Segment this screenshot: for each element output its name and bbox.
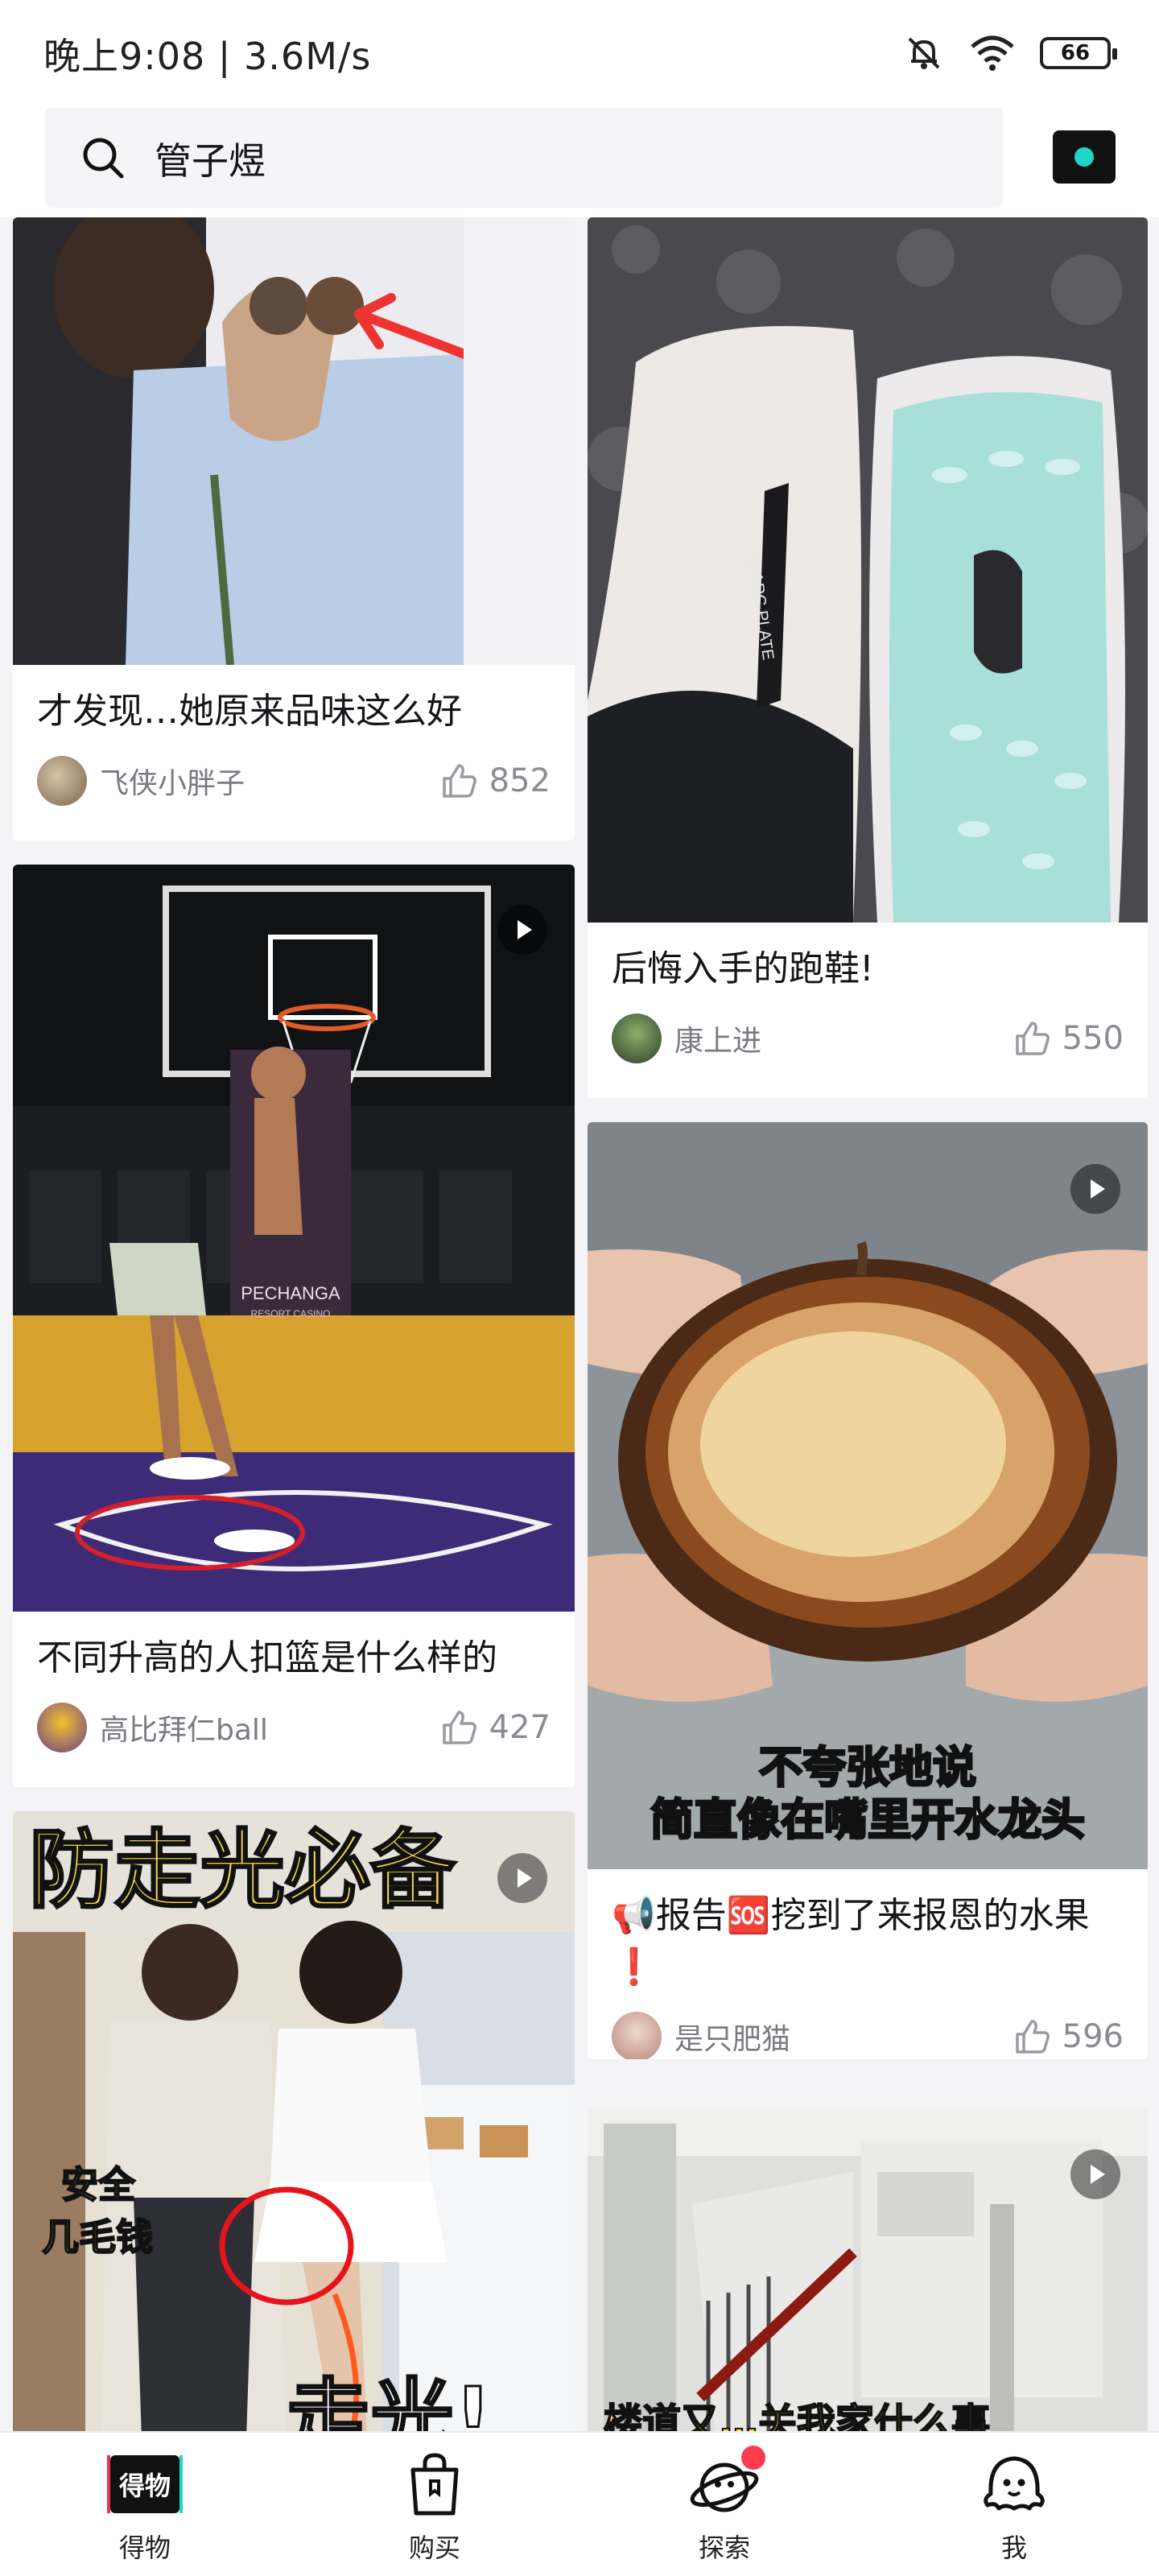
like-count: 852	[489, 762, 551, 799]
thumbs-up-icon	[442, 764, 476, 798]
card-title: 📢报告🆘挖到了来报恩的水果❗	[612, 1895, 1090, 1988]
avatar	[37, 1703, 87, 1752]
avatar	[612, 2012, 662, 2059]
card-meta: 康上进 550	[588, 995, 1148, 1082]
like-count: 550	[1062, 1020, 1124, 1057]
battery-icon: 66	[1040, 37, 1117, 69]
overlay-headline: 防走光必备	[29, 1821, 456, 1920]
nav-label: 得物	[118, 2533, 171, 2563]
nav-label: 探索	[698, 2533, 750, 2563]
overlay-bottom: 走光!	[287, 2369, 492, 2431]
nav-label: 我	[1000, 2533, 1027, 2563]
search-input[interactable]: 管子煜	[45, 108, 1003, 208]
author-name: 高比拜仁ball	[100, 1714, 268, 1747]
wifi-icon	[971, 35, 1014, 71]
avatar	[612, 1013, 662, 1063]
overlay-label-a: 安全	[61, 2163, 136, 2207]
play-icon	[1070, 1164, 1120, 1214]
play-icon	[497, 905, 547, 955]
mute-bell-icon	[908, 37, 940, 69]
nav-item-me[interactable]: 我	[869, 2433, 1159, 2576]
like-button[interactable]: 550	[1014, 1020, 1124, 1057]
card-title: 不同升高的人扣篮是什么样的	[37, 1637, 497, 1678]
author-name: 飞侠小胖子	[100, 767, 245, 800]
card-meta: 高比拜仁ball 427	[13, 1684, 575, 1771]
court-sub: RESORT CASINO	[251, 1308, 331, 1319]
thumbs-up-icon	[442, 1711, 476, 1744]
card-image: 不夸张地说 简直像在嘴里开水龙头	[588, 1122, 1148, 1869]
court-brand: PECHANGA	[241, 1283, 340, 1303]
play-icon	[497, 1853, 547, 1903]
ghost-icon	[984, 2456, 1045, 2511]
card-title: 才发现…她原来品味这么好	[37, 691, 462, 732]
card-meta: 是只肥猫 596	[588, 1993, 1148, 2059]
dewu-logo-icon: 得物	[107, 2449, 183, 2521]
like-button[interactable]: 596	[1014, 2018, 1124, 2055]
camera-button[interactable]	[1053, 130, 1116, 184]
battery-level: 66	[1060, 41, 1091, 65]
search-icon	[83, 138, 124, 179]
nav-item-dewu[interactable]: 得物 得物	[0, 2433, 290, 2576]
like-button[interactable]: 852	[441, 762, 551, 799]
feed-card[interactable]: Q-ARC PLATE 后悔入手的跑鞋! 康上进 550	[588, 217, 1148, 1098]
bottom-nav: 得物 得物 购买 探索 我	[0, 2431, 1159, 2576]
search-header: 管子煜	[0, 105, 1159, 217]
card-image: PECHANGA RESORT CASINO	[13, 865, 575, 1612]
card-image: 防走光必备 安全 几毛钱 走光!	[13, 1811, 575, 2431]
feed-card[interactable]: 才发现…她原来品味这么好 飞侠小胖子 852	[13, 217, 575, 840]
feed-card[interactable]: 不夸张地说 简直像在嘴里开水龙头 📢报告🆘挖到了来报恩的水果❗ 是只肥猫 596	[588, 1122, 1148, 2059]
overlay-line2: 简直像在嘴里开水龙头	[650, 1794, 1085, 1845]
status-icons: 66	[903, 32, 1117, 74]
planet-icon-wrap	[688, 2446, 765, 2521]
status-bar: 晚上9:08 | 3.6M/s 66	[0, 0, 1159, 105]
nav-label: 购买	[408, 2533, 460, 2563]
camera-icon	[1070, 143, 1098, 171]
notification-dot	[741, 2446, 765, 2470]
feed-grid[interactable]: 才发现…她原来品味这么好 飞侠小胖子 852 PECHANGA RESORT C…	[0, 217, 1159, 2431]
card-image: 楼道又…关我家什么事	[588, 2107, 1148, 2431]
thumbs-up-icon	[1015, 1022, 1050, 1055]
feed-card[interactable]: 防走光必备 安全 几毛钱 走光!	[13, 1811, 575, 2431]
search-query: 管子煜	[155, 139, 266, 183]
nav-item-explore[interactable]: 探索	[580, 2433, 869, 2576]
like-count: 427	[489, 1709, 551, 1746]
like-count: 596	[1062, 2018, 1124, 2055]
thumbs-up-icon	[1015, 2020, 1050, 2054]
status-time-speed: 晚上9:08 | 3.6M/s	[43, 35, 372, 78]
like-button[interactable]: 427	[441, 1709, 551, 1746]
card-image	[13, 217, 575, 665]
overlay-line1: 不夸张地说	[759, 1742, 976, 1793]
author-name: 康上进	[674, 1025, 762, 1058]
feed-card[interactable]: 楼道又…关我家什么事	[588, 2107, 1148, 2431]
nav-item-buy[interactable]: 购买	[290, 2433, 580, 2576]
author-name: 是只肥猫	[674, 2023, 791, 2056]
shopping-bag-icon	[410, 2453, 459, 2516]
feed-card[interactable]: PECHANGA RESORT CASINO 不同升高的人扣篮是什么样的 高比拜…	[13, 865, 575, 1787]
card-title: 后悔入手的跑鞋!	[612, 948, 874, 989]
play-icon	[1070, 2149, 1120, 2199]
avatar	[37, 756, 87, 806]
logo-text: 得物	[107, 2455, 183, 2513]
card-meta: 飞侠小胖子 852	[13, 737, 575, 824]
card-image: Q-ARC PLATE	[588, 217, 1148, 923]
overlay-caption: 楼道又…关我家什么事	[604, 2401, 990, 2431]
overlay-label-b: 几毛钱	[42, 2215, 153, 2259]
